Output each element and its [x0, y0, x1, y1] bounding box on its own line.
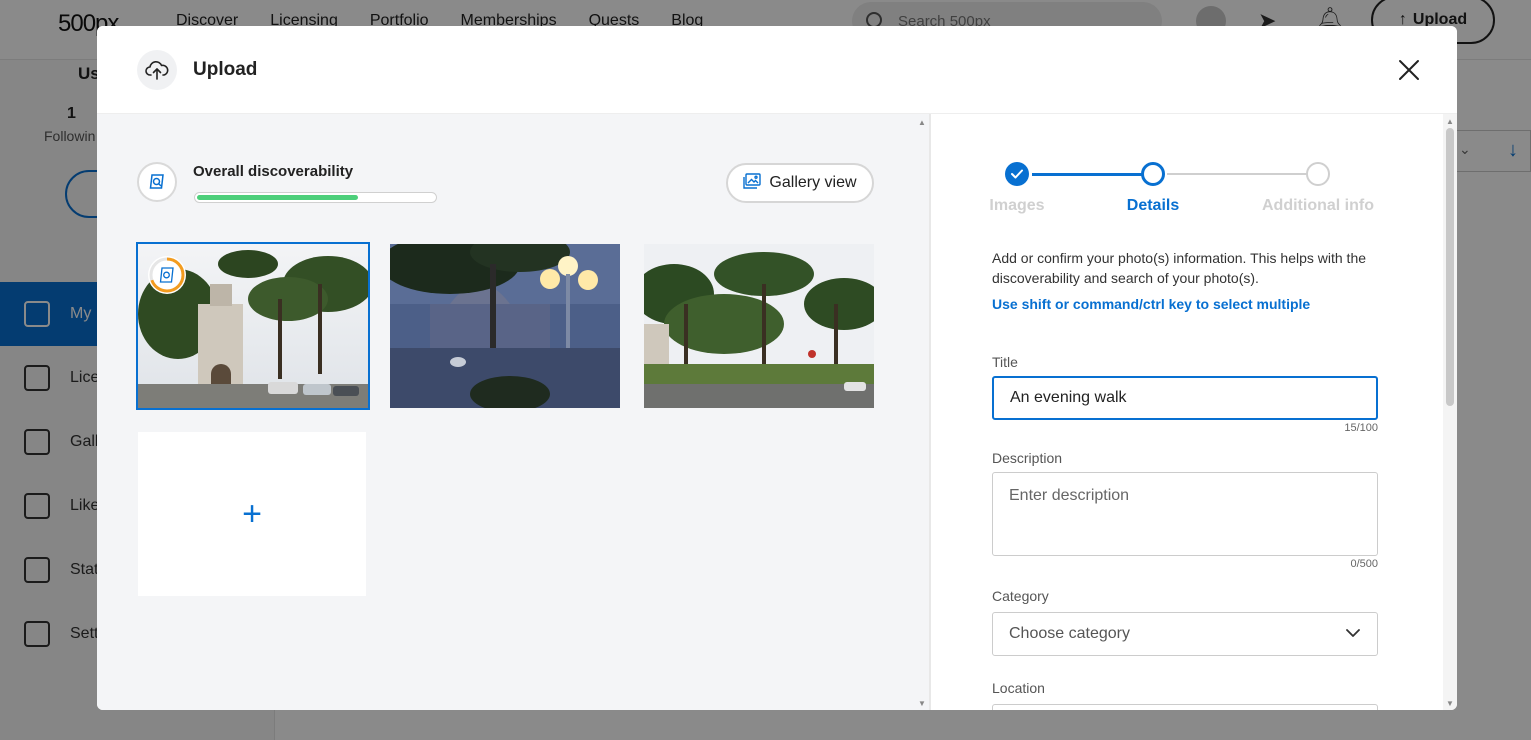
modal-header: Upload	[97, 26, 1457, 114]
multi-select-hint-link[interactable]: Use shift or command/ctrl key to select …	[992, 296, 1310, 312]
title-input[interactable]	[992, 376, 1378, 420]
plus-icon: +	[242, 495, 262, 533]
discoverability-label: Overall discoverability	[193, 163, 354, 180]
photos-panel-scrollbar[interactable]: ▲ ▼	[915, 114, 929, 710]
description-input[interactable]	[992, 472, 1378, 556]
chevron-down-icon	[1345, 625, 1361, 646]
details-panel: Images Details Additional info Add or co…	[931, 114, 1443, 710]
step-details-label[interactable]: Details	[1073, 197, 1233, 215]
scroll-down-icon[interactable]: ▼	[918, 699, 926, 708]
gallery-view-button[interactable]: Gallery view	[726, 163, 874, 203]
category-label: Category	[992, 588, 1049, 604]
title-label: Title	[992, 354, 1018, 370]
step-images-check-icon[interactable]	[1005, 162, 1029, 186]
upload-modal: Upload Overall discoverability Gallery v…	[97, 26, 1457, 710]
description-label: Description	[992, 450, 1063, 466]
description-char-counter: 0/500	[1350, 558, 1378, 570]
scroll-down-icon[interactable]: ▼	[1446, 699, 1454, 708]
category-select-value: Choose category	[1009, 625, 1130, 642]
discoverability-progress-bar	[194, 192, 437, 203]
details-panel-scrollbar[interactable]: ▲ ▼	[1443, 114, 1457, 710]
photo-thumbnail-2[interactable]	[390, 244, 620, 408]
stepper-line-completed	[1032, 173, 1157, 176]
discoverability-badge-icon	[148, 256, 186, 294]
step-details-dot[interactable]	[1141, 162, 1165, 186]
location-input[interactable]	[992, 704, 1378, 710]
photos-panel: Overall discoverability Gallery view +	[97, 114, 915, 710]
category-select[interactable]: Choose category	[992, 612, 1378, 656]
gallery-icon	[743, 172, 762, 194]
stepper-line-pending	[1167, 173, 1315, 175]
modal-title: Upload	[193, 59, 258, 80]
scroll-up-icon[interactable]: ▲	[1446, 117, 1454, 126]
discoverability-icon	[137, 162, 177, 202]
gallery-view-label: Gallery view	[769, 174, 857, 191]
cloud-upload-icon	[137, 50, 177, 90]
photo-thumbnail-1[interactable]	[136, 242, 370, 410]
scrollbar-thumb[interactable]	[1446, 128, 1454, 406]
discoverability-progress-fill	[197, 195, 359, 200]
step-additional-info-label[interactable]: Additional info	[1238, 197, 1398, 215]
step-additional-info-dot[interactable]	[1306, 162, 1330, 186]
add-photo-button[interactable]: +	[138, 432, 366, 596]
scroll-up-icon[interactable]: ▲	[918, 118, 926, 127]
photo-thumbnail-3[interactable]	[644, 244, 874, 408]
close-icon[interactable]	[1395, 56, 1423, 84]
details-help-text: Add or confirm your photo(s) information…	[992, 250, 1367, 286]
title-char-counter: 15/100	[1344, 422, 1378, 434]
location-label: Location	[992, 680, 1045, 696]
